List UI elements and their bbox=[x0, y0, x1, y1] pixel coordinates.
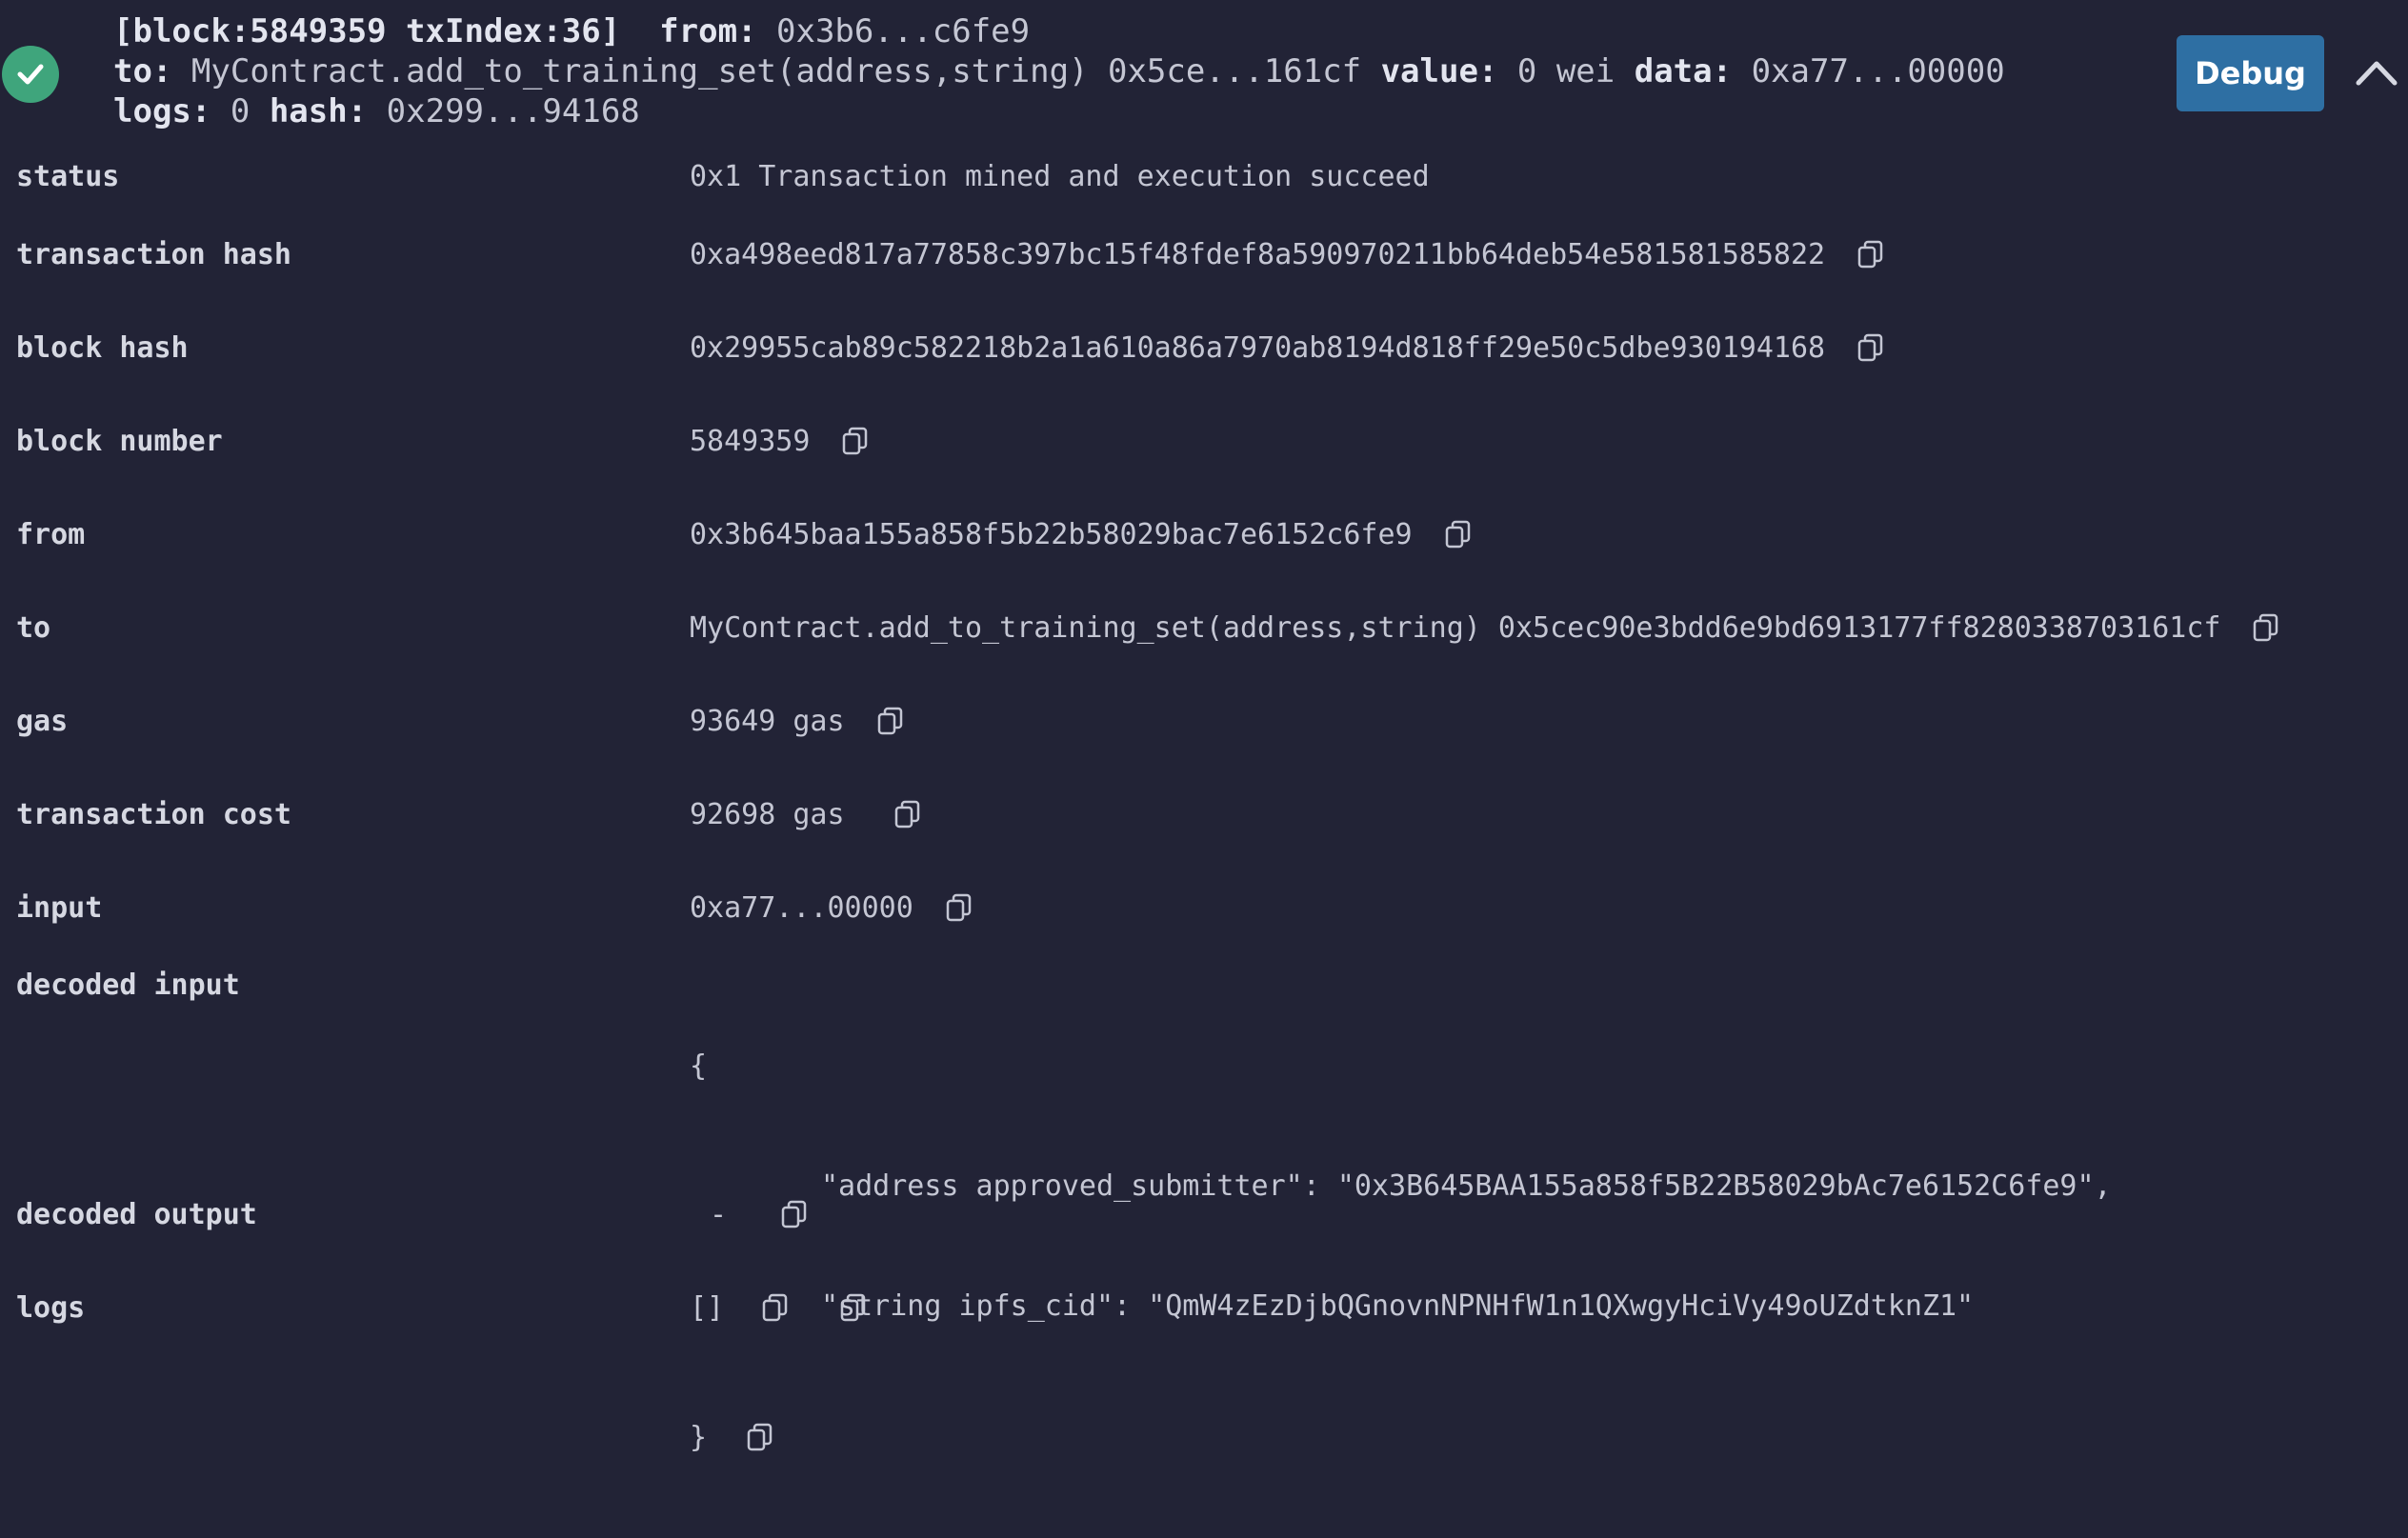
copy-icon[interactable] bbox=[1857, 333, 1884, 364]
header-line-2: to: MyContract.add_to_training_set(addre… bbox=[113, 51, 2005, 91]
value-value: 0 wei bbox=[1516, 52, 1615, 90]
transaction-header[interactable]: [block:5849359 txIndex:36] from: 0x3b6..… bbox=[0, 0, 2408, 133]
chevron-up-icon[interactable] bbox=[2353, 52, 2400, 90]
data-value: 0xa77...00000 bbox=[1751, 52, 2005, 90]
decoded-input-close-brace: } bbox=[690, 1421, 708, 1454]
decoded-output-value-wrap: - bbox=[690, 1196, 808, 1234]
decoded-output-label: decoded output bbox=[16, 1198, 257, 1231]
copy-icon[interactable] bbox=[840, 1293, 867, 1324]
decoded-input-label: decoded input bbox=[16, 969, 240, 1002]
logs-count: 0 bbox=[230, 92, 251, 130]
data-label: data: bbox=[1634, 52, 1733, 90]
decoded-input-line-ipfs: "string ipfs_cid": "QmW4zEzDjbQGnovnNPNH… bbox=[821, 1289, 1975, 1323]
copy-icon[interactable] bbox=[877, 707, 904, 737]
block-hash-value-wrap: 0x29955cab89c582218b2a1a610a86a7970ab819… bbox=[690, 330, 1884, 368]
block-number-value: 5849359 bbox=[690, 425, 811, 458]
from-row-value: 0x3b645baa155a858f5b22b58029bac7e6152c6f… bbox=[690, 518, 1413, 551]
from-value: 0x3b6...c6fe9 bbox=[776, 12, 1031, 50]
input-value-wrap: 0xa77...00000 bbox=[690, 889, 973, 928]
block-number-value-wrap: 5849359 bbox=[690, 423, 869, 461]
copy-icon[interactable] bbox=[894, 800, 921, 830]
decoded-input-close-wrap: } bbox=[690, 1418, 2112, 1458]
decoded-output-value: - bbox=[709, 1198, 728, 1231]
gas-value-wrap: 93649 gas bbox=[690, 703, 904, 741]
logs-label: logs: bbox=[113, 92, 211, 130]
copy-icon[interactable] bbox=[781, 1200, 808, 1230]
block-info: [block:5849359 txIndex:36] bbox=[113, 12, 621, 50]
block-hash-label: block hash bbox=[16, 331, 189, 365]
hash-label: hash: bbox=[269, 92, 368, 130]
header-line-1: [block:5849359 txIndex:36] from: 0x3b6..… bbox=[113, 11, 1030, 51]
check-circle-icon bbox=[2, 46, 59, 103]
decoded-input-open-brace: { bbox=[690, 1049, 708, 1083]
copy-icon[interactable] bbox=[946, 893, 973, 924]
debug-button[interactable]: Debug bbox=[2177, 35, 2324, 111]
copy-icon[interactable] bbox=[762, 1293, 789, 1324]
status-label: status bbox=[16, 160, 120, 193]
copy-icon[interactable] bbox=[747, 1423, 773, 1453]
block-hash-value: 0x29955cab89c582218b2a1a610a86a7970ab819… bbox=[690, 331, 1826, 365]
decoded-input-value: { "address approved_submitter": "0x3B645… bbox=[690, 967, 2112, 1538]
from-row-value-wrap: 0x3b645baa155a858f5b22b58029bac7e6152c6f… bbox=[690, 516, 1472, 554]
transaction-cost-value: 92698 gas bbox=[690, 798, 845, 831]
to-row-label: to bbox=[16, 611, 51, 645]
logs-value-wrap: [] bbox=[690, 1289, 867, 1328]
copy-icon[interactable] bbox=[842, 427, 869, 457]
logs-label: logs bbox=[16, 1291, 86, 1325]
to-value: MyContract.add_to_training_set(address,s… bbox=[191, 52, 1362, 90]
block-number-label: block number bbox=[16, 425, 223, 458]
decoded-input-line-address: "address approved_submitter": "0x3B645BA… bbox=[821, 1169, 2112, 1203]
header-line-3: logs: 0 hash: 0x299...94168 bbox=[113, 91, 640, 131]
from-row-label: from bbox=[16, 518, 86, 551]
transaction-cost-value-wrap: 92698 gas bbox=[690, 796, 921, 834]
to-row-value: MyContract.add_to_training_set(address,s… bbox=[690, 611, 2221, 645]
logs-value: [] bbox=[690, 1291, 725, 1325]
transaction-hash-value: 0xa498eed817a77858c397bc15f48fdef8a59097… bbox=[690, 238, 1826, 271]
status-text: 0x1 Transaction mined and execution succ… bbox=[690, 160, 1430, 193]
copy-icon[interactable] bbox=[1445, 520, 1472, 550]
hash-value: 0x299...94168 bbox=[386, 92, 640, 130]
transaction-hash-value-wrap: 0xa498eed817a77858c397bc15f48fdef8a59097… bbox=[690, 236, 1884, 274]
copy-icon[interactable] bbox=[1857, 240, 1884, 270]
copy-icon[interactable] bbox=[2253, 613, 2279, 644]
to-label: to: bbox=[113, 52, 172, 90]
input-value: 0xa77...00000 bbox=[690, 891, 913, 925]
transaction-cost-label: transaction cost bbox=[16, 798, 291, 831]
to-row-value-wrap: MyContract.add_to_training_set(address,s… bbox=[690, 609, 2279, 648]
transaction-hash-label: transaction hash bbox=[16, 238, 291, 271]
input-label: input bbox=[16, 891, 103, 925]
from-label: from: bbox=[659, 12, 757, 50]
value-label: value: bbox=[1380, 52, 1498, 90]
status-value: 0x1 Transaction mined and execution succ… bbox=[690, 158, 1430, 196]
gas-label: gas bbox=[16, 705, 69, 738]
gas-value: 93649 gas bbox=[690, 705, 845, 738]
